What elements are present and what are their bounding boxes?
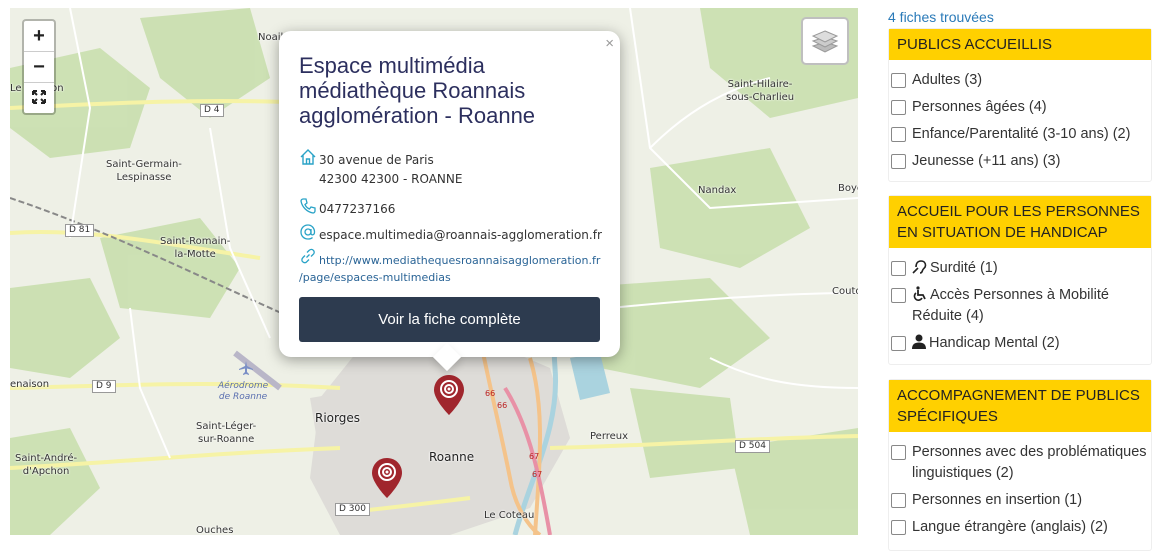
link-icon <box>301 248 315 264</box>
place-renaison: enaison <box>10 379 50 390</box>
place-saint-andre: Saint-André- d'Apchon <box>15 453 78 477</box>
zoom-out-button[interactable]: − <box>24 52 54 83</box>
place-saint-leger: Saint-Léger- sur-Roanne <box>196 421 257 445</box>
road-d504: D 504 <box>735 440 770 453</box>
place-ouches: Ouches <box>196 525 234 535</box>
map-popup: × Espace multimédia médiathèque Roannais… <box>279 31 620 372</box>
popup-title: Espace multimédia médiathèque Roannais a… <box>299 53 536 128</box>
panel-title: ACCOMPAGNEMENT DE PUBLICS SPÉCIFIQUES <box>889 380 1151 432</box>
email-address: espace.multimedia@roannais-agglomeration… <box>319 228 602 242</box>
layers-button[interactable] <box>801 17 849 65</box>
place-perreux: Perreux <box>590 431 629 442</box>
zoom-control: + − <box>22 19 56 115</box>
filter-option-linguistiques[interactable]: Personnes avec des problématiques lingui… <box>891 442 1149 484</box>
checkbox[interactable] <box>891 127 906 142</box>
airport-icon <box>239 361 253 375</box>
road-67b: 67 <box>532 470 543 479</box>
filter-option-jeunesse[interactable]: Jeunesse (+11 ans) (3) <box>891 151 1149 172</box>
filter-option-enfance[interactable]: Enfance/Parentalité (3-10 ans) (2) <box>891 124 1149 145</box>
place-boye: Boye <box>838 183 858 194</box>
filter-option-adultes[interactable]: Adultes (3) <box>891 70 1149 91</box>
panel-title: ACCUEIL POUR LES PERSONNES EN SITUATION … <box>889 196 1151 248</box>
road-d81: D 81 <box>65 224 95 237</box>
place-saint-hilaire: Saint-Hilaire- sous-Charlieu <box>726 79 795 103</box>
checkbox[interactable] <box>891 288 906 303</box>
layers-icon <box>811 30 839 53</box>
road-66b: 66 <box>497 401 508 410</box>
at-icon <box>300 224 316 240</box>
panel-title: PUBLICS ACCUEILLIS <box>889 29 1151 60</box>
place-riorges: Riorges <box>315 411 360 425</box>
filter-option-insertion[interactable]: Personnes en insertion (1) <box>891 490 1149 511</box>
address-line2: 42300 42300 - ROANNE <box>319 172 463 186</box>
website-link-continued[interactable]: /page/espaces-multimedias <box>299 269 600 286</box>
website-link[interactable]: http://www.mediathequesroannaisagglomera… <box>299 252 600 269</box>
zoom-in-button[interactable]: + <box>24 21 54 52</box>
road-66a: 66 <box>485 389 496 398</box>
airport-label: Aérodrome de Roanne <box>218 381 269 402</box>
filter-option-handicap-mental[interactable]: Handicap Mental (2) <box>891 333 1149 354</box>
panel-handicap: ACCUEIL POUR LES PERSONNES EN SITUATION … <box>888 195 1152 365</box>
checkbox[interactable] <box>891 336 906 351</box>
road-d300: D 300 <box>335 503 370 516</box>
road-d4: D 4 <box>200 104 224 117</box>
place-nandax: Nandax <box>698 185 737 196</box>
place-roanne: Roanne <box>429 450 475 464</box>
filter-option-pmr[interactable]: Accès Personnes à Mobilité Réduite (4) <box>891 285 1149 327</box>
popup-email: espace.multimedia@roannais-agglomeration… <box>299 224 602 245</box>
road-d9: D 9 <box>92 380 116 393</box>
place-le-coteau: Le Coteau <box>484 510 535 521</box>
checkbox[interactable] <box>891 520 906 535</box>
voir-fiche-button[interactable]: Voir la fiche complète <box>299 297 600 342</box>
popup-close-button[interactable]: × <box>605 35 614 52</box>
road-67a: 67 <box>529 452 540 461</box>
panel-publics-accueillis: PUBLICS ACCUEILLIS Adultes (3) Personnes… <box>888 28 1152 182</box>
user-icon <box>912 334 926 349</box>
checkbox[interactable] <box>891 445 906 460</box>
checkbox[interactable] <box>891 100 906 115</box>
checkbox[interactable] <box>891 493 906 508</box>
checkbox[interactable] <box>891 261 906 276</box>
panel-accompagnement: ACCOMPAGNEMENT DE PUBLICS SPÉCIFIQUES Pe… <box>888 379 1152 551</box>
phone-icon <box>300 198 316 214</box>
map[interactable]: Noail Le Buisson Saint-Germain- Lespinas… <box>10 8 858 535</box>
filter-option-personnes-agees[interactable]: Personnes âgées (4) <box>891 97 1149 118</box>
address-line1: 30 avenue de Paris <box>319 153 434 167</box>
fullscreen-button[interactable] <box>24 83 54 113</box>
fullscreen-icon <box>32 90 46 104</box>
filter-option-surdite[interactable]: Surdité (1) <box>891 258 1149 279</box>
popup-phone: 0477237166 <box>299 198 395 219</box>
map-marker-icon[interactable] <box>434 375 464 415</box>
home-icon <box>300 149 316 165</box>
popup-address: 30 avenue de Paris 42300 42300 - ROANNE <box>299 149 463 189</box>
popup-website: http://www.mediathequesroannaisagglomera… <box>299 248 600 286</box>
checkbox[interactable] <box>891 73 906 88</box>
map-marker-icon[interactable] <box>372 458 402 498</box>
deaf-icon <box>912 260 927 274</box>
results-count: 4 fiches trouvées <box>888 9 994 25</box>
place-saint-germain: Saint-Germain- Lespinasse <box>106 159 182 183</box>
place-saint-romain: Saint-Romain- la-Motte <box>160 236 231 260</box>
wheelchair-icon <box>913 286 926 301</box>
place-couto: Couto <box>832 286 858 297</box>
checkbox[interactable] <box>891 154 906 169</box>
